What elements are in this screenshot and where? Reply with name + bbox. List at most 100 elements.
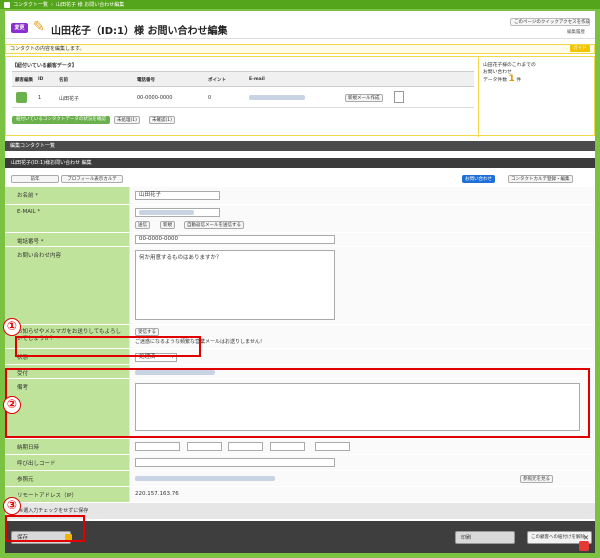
inquiry-textarea[interactable]: 何か用意するものはありますか？ bbox=[135, 250, 335, 320]
main-frame: 変更 ✎ 山田花子（ID:1）様 お問い合わせ編集 このページのクイックアクセス… bbox=[5, 11, 595, 553]
summary-count: 1 bbox=[508, 74, 515, 84]
summary-line2: お問い合わせ bbox=[483, 70, 512, 75]
name-value-cell: 山田花子 bbox=[130, 187, 595, 204]
title-row: 変更 ✎ 山田花子（ID:1）様 お問い合わせ編集 このページのクイックアクセス… bbox=[5, 11, 595, 39]
col-phone: 電話番号 bbox=[137, 78, 155, 83]
auto-reply-button[interactable]: 自動返信メールを送信する bbox=[184, 221, 244, 229]
remote-label: リモートアドレス（IP） bbox=[5, 487, 129, 502]
ref-value-cell: 参照元を見る bbox=[130, 471, 595, 486]
highlight-box-2 bbox=[5, 368, 590, 438]
quick-access-button[interactable]: このページのクイックアクセスを作成 bbox=[510, 18, 590, 26]
linked-title: 【紐付いている顧客データ】 bbox=[12, 63, 77, 69]
row-email: E-MAIL * 送信 新規 自動返信メールを送信する bbox=[5, 205, 595, 233]
deadline-month-input[interactable] bbox=[187, 442, 222, 451]
remote-value-cell: 220.157.163.76 bbox=[130, 487, 595, 502]
cell-point: 0 bbox=[208, 95, 212, 101]
toolbar: 前年 プロフィール表示カルテ お問い合わせ コンタクトカルテ登録・編集 bbox=[5, 169, 595, 187]
callout-3: ③ bbox=[3, 497, 21, 515]
deadline-label: 納期日時 bbox=[5, 439, 129, 454]
send-button[interactable]: 送信 bbox=[135, 221, 150, 229]
page-title: 山田花子（ID:1）様 お問い合わせ編集 bbox=[51, 26, 228, 37]
new-mail-button[interactable]: 新規メール作成 bbox=[345, 94, 383, 102]
edit-section-bar: 山田花子(ID:1)様お問い合わせ 編集 bbox=[5, 158, 595, 168]
edit-badge: 変更 bbox=[11, 23, 28, 33]
deadline-value-cell bbox=[130, 439, 595, 454]
callout-2: ② bbox=[3, 396, 21, 414]
pencil-icon: ✎ bbox=[33, 19, 45, 35]
newsletter-select[interactable]: 受信する bbox=[135, 328, 159, 336]
call-code-label: 呼び出しコード bbox=[5, 455, 129, 470]
breadcrumb-item-current: 山田花子 様 お問い合わせ編集 bbox=[56, 2, 125, 8]
cell-email bbox=[249, 95, 305, 100]
summary-count-row: データ件数 1 件 bbox=[483, 74, 591, 84]
phone-label: 電話番号 * bbox=[5, 233, 129, 246]
edit-customer-icon[interactable] bbox=[16, 92, 27, 103]
row-inquiry: お問い合わせ内容 何か用意するものはありますか？ bbox=[5, 247, 595, 325]
col-email: E-mail bbox=[249, 77, 265, 82]
summary-count-label: データ件数 bbox=[483, 78, 507, 83]
call-code-input[interactable] bbox=[135, 458, 335, 467]
deadline-day-input[interactable] bbox=[228, 442, 263, 451]
name-label: お名前 * bbox=[5, 187, 129, 204]
linked-customer-panel: 【紐付いている顧客データ】 顧客編集 ID 名前 電話番号 ポイント E-mai… bbox=[5, 56, 595, 137]
pending-button[interactable]: 未処理(1) bbox=[114, 116, 140, 124]
highlight-box-1 bbox=[15, 336, 201, 357]
row-remote: リモートアドレス（IP） 220.157.163.76 bbox=[5, 487, 595, 503]
phone-input[interactable]: 00-0000-0000 bbox=[135, 235, 335, 244]
contact-template-button[interactable]: コンタクトカルテ登録・編集 bbox=[508, 175, 573, 183]
inquiry-button[interactable]: お問い合わせ bbox=[462, 175, 495, 183]
email-value-cell: 送信 新規 自動返信メールを送信する bbox=[130, 205, 595, 232]
email-label: E-MAIL * bbox=[5, 205, 129, 232]
phone-value-cell: 00-0000-0000 bbox=[130, 233, 595, 246]
trash-icon[interactable] bbox=[579, 541, 589, 551]
table-row: 1 山田花子 00-0000-0000 0 新規メール作成 bbox=[12, 88, 474, 108]
highlight-box-3 bbox=[5, 515, 85, 542]
bottom-bar: 保存 印刷 この顧客への紐付けを解除 ✕ bbox=[5, 521, 595, 553]
customer-summary: 山田花子様のこれまでの お問い合わせ データ件数 1 件 bbox=[478, 57, 595, 137]
row-referrer: 参照元 参照元を見る bbox=[5, 471, 595, 487]
print-button[interactable]: 印刷 bbox=[455, 531, 515, 544]
ref-view-button[interactable]: 参照元を見る bbox=[520, 475, 553, 483]
deadline-minute-input[interactable] bbox=[315, 442, 350, 451]
call-code-value-cell bbox=[130, 455, 595, 470]
inquiry-label: お問い合わせ内容 bbox=[5, 247, 129, 324]
col-point: ポイント bbox=[208, 78, 226, 83]
linked-table-header: 顧客編集 ID 名前 電話番号 ポイント E-mail bbox=[12, 71, 474, 87]
ref-label: 参照元 bbox=[5, 471, 129, 486]
new-button[interactable]: 新規 bbox=[160, 221, 175, 229]
col-id: ID bbox=[38, 77, 44, 82]
home-icon[interactable] bbox=[4, 1, 10, 8]
edit-history-link[interactable]: 編集履歴 bbox=[567, 29, 585, 35]
row-deadline: 納期日時 bbox=[5, 439, 595, 455]
name-input[interactable]: 山田花子 bbox=[135, 191, 220, 200]
cell-id: 1 bbox=[38, 95, 42, 101]
inquiry-value-cell: 何か用意するものはありますか？ bbox=[130, 247, 595, 324]
summary-line1: 山田花子様のこれまでの bbox=[483, 63, 536, 68]
contact-status-button[interactable]: 紐付いているコンタクトデータの状況を確認 bbox=[12, 116, 110, 124]
profile-button[interactable]: プロフィール表示カルテ bbox=[61, 175, 123, 183]
remote-value: 220.157.163.76 bbox=[135, 491, 179, 497]
summary-count-unit: 件 bbox=[516, 78, 522, 83]
guide-button[interactable]: ガイド bbox=[570, 45, 590, 52]
breadcrumb-item-list[interactable]: コンタクト一覧 bbox=[13, 1, 48, 8]
callout-1: ① bbox=[3, 318, 21, 336]
cell-phone: 00-0000-0000 bbox=[137, 95, 173, 101]
facebook-icon[interactable] bbox=[394, 91, 404, 103]
unconfirmed-button[interactable]: 未確認(1) bbox=[149, 116, 175, 124]
col-edit: 顧客編集 bbox=[15, 78, 33, 83]
ref-value bbox=[135, 476, 275, 481]
deadline-year-input[interactable] bbox=[135, 442, 180, 451]
footnote: ※選入力チェックをせずに保存 bbox=[19, 508, 89, 514]
row-name: お名前 * 山田花子 bbox=[5, 187, 595, 205]
breadcrumb-separator: › bbox=[51, 1, 54, 8]
deadline-hour-input[interactable] bbox=[270, 442, 305, 451]
row-call-code: 呼び出しコード bbox=[5, 455, 595, 471]
email-input[interactable] bbox=[135, 208, 220, 217]
prev-button[interactable]: 前年 bbox=[11, 175, 59, 183]
contact-list-bar[interactable]: 編集コンタクト一覧 bbox=[5, 141, 595, 151]
col-name: 名前 bbox=[59, 78, 68, 83]
cell-name: 山田花子 bbox=[59, 96, 80, 102]
row-phone: 電話番号 * 00-0000-0000 bbox=[5, 233, 595, 247]
page-description: コンタクトの内容を編集します。 bbox=[5, 44, 595, 54]
breadcrumb: コンタクト一覧 › 山田花子 様 お問い合わせ編集 bbox=[0, 0, 600, 9]
